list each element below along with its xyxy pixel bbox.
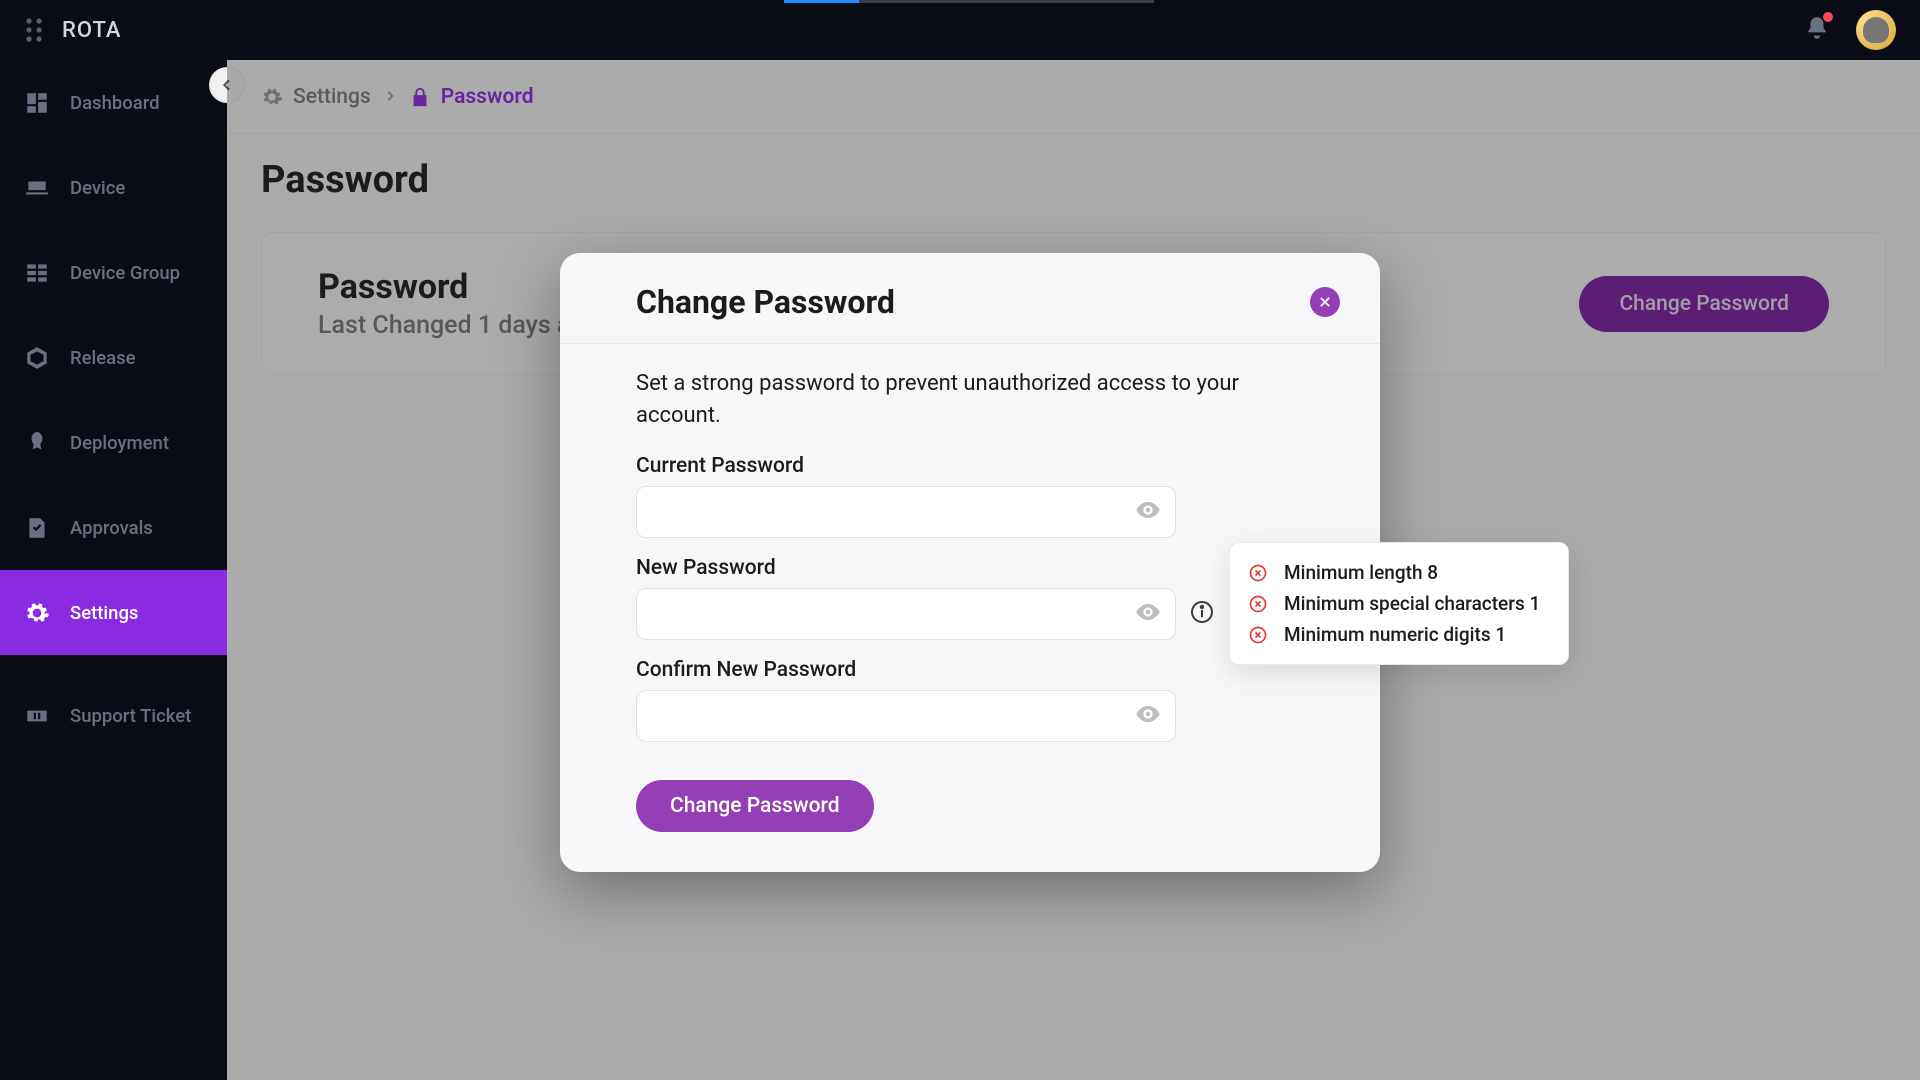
sidebar-item-dashboard[interactable]: Dashboard <box>0 60 227 145</box>
notifications-button[interactable] <box>1804 15 1830 45</box>
device-icon <box>24 175 50 201</box>
current-password-input[interactable] <box>636 486 1176 538</box>
requirement-item: Minimum numeric digits 1 <box>1248 623 1540 646</box>
sidebar-item-label: Release <box>70 347 136 369</box>
sidebar-item-release[interactable]: Release <box>0 315 227 400</box>
fail-icon <box>1248 594 1268 614</box>
settings-icon <box>24 600 50 626</box>
user-avatar[interactable] <box>1856 10 1896 50</box>
sidebar-item-label: Support Ticket <box>70 705 191 727</box>
requirement-item: Minimum special characters 1 <box>1248 592 1540 615</box>
toggle-visibility-button[interactable] <box>1134 496 1162 528</box>
password-requirements-info-button[interactable] <box>1190 600 1214 628</box>
sidebar-item-settings[interactable]: Settings <box>0 570 227 655</box>
sidebar: Dashboard Device Device Group Release De… <box>0 60 227 1080</box>
requirement-text: Minimum length 8 <box>1284 561 1438 584</box>
eye-icon <box>1134 598 1162 626</box>
toggle-visibility-button[interactable] <box>1134 598 1162 630</box>
submit-change-password-button[interactable]: Change Password <box>636 780 874 832</box>
eye-icon <box>1134 496 1162 524</box>
sidebar-item-label: Device <box>70 177 125 199</box>
sidebar-item-deployment[interactable]: Deployment <box>0 400 227 485</box>
sidebar-item-label: Approvals <box>70 517 153 539</box>
confirm-password-input[interactable] <box>636 690 1176 742</box>
device-group-icon <box>24 260 50 286</box>
deployment-icon <box>24 430 50 456</box>
sidebar-item-label: Deployment <box>70 432 169 454</box>
modal-close-button[interactable] <box>1310 287 1340 317</box>
brand-name: ROTA <box>62 18 121 43</box>
sidebar-item-label: Settings <box>70 602 138 624</box>
modal-description: Set a strong password to prevent unautho… <box>636 368 1276 432</box>
modal-title: Change Password <box>636 283 895 321</box>
fail-icon <box>1248 563 1268 583</box>
sidebar-item-device[interactable]: Device <box>0 145 227 230</box>
close-icon <box>1318 295 1332 309</box>
sidebar-item-device-group[interactable]: Device Group <box>0 230 227 315</box>
requirement-item: Minimum length 8 <box>1248 561 1540 584</box>
ticket-icon <box>24 703 50 729</box>
top-loading-indicator <box>784 0 1154 3</box>
fail-icon <box>1248 625 1268 645</box>
current-password-label: Current Password <box>636 454 1304 478</box>
confirm-password-label: Confirm New Password <box>636 658 1304 682</box>
new-password-input[interactable] <box>636 588 1176 640</box>
sidebar-item-label: Device Group <box>70 262 180 284</box>
eye-icon <box>1134 700 1162 728</box>
release-icon <box>24 345 50 371</box>
sidebar-item-approvals[interactable]: Approvals <box>0 485 227 570</box>
requirement-text: Minimum numeric digits 1 <box>1284 623 1506 646</box>
requirement-text: Minimum special characters 1 <box>1284 592 1540 615</box>
approvals-icon <box>24 515 50 541</box>
info-icon <box>1190 600 1214 624</box>
sidebar-item-label: Dashboard <box>70 92 160 114</box>
notification-badge <box>1823 12 1833 22</box>
topbar: ROTA <box>0 0 1920 60</box>
grip-icon[interactable] <box>24 16 44 44</box>
sidebar-item-support-ticket[interactable]: Support Ticket <box>0 673 227 758</box>
password-requirements-tooltip: Minimum length 8 Minimum special charact… <box>1229 542 1569 665</box>
new-password-label: New Password <box>636 556 1304 580</box>
dashboard-icon <box>24 90 50 116</box>
toggle-visibility-button[interactable] <box>1134 700 1162 732</box>
